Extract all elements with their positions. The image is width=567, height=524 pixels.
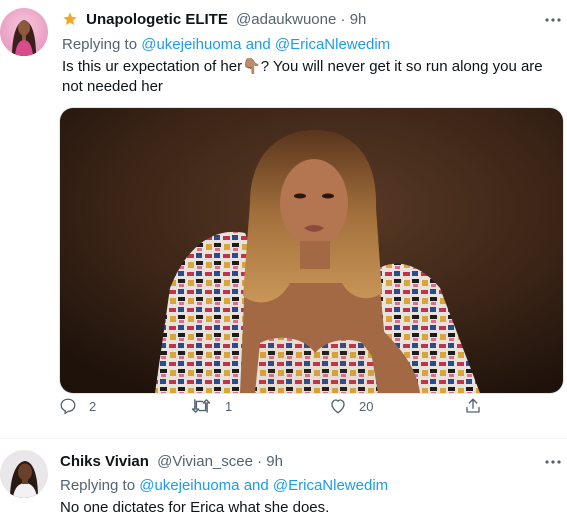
- separator-dot: ·: [340, 11, 346, 28]
- like-button[interactable]: 20: [329, 397, 373, 415]
- mention-conjunction[interactable]: and: [246, 36, 271, 53]
- reply-count: 2: [89, 398, 97, 414]
- mention-link[interactable]: @ukejeihuoma: [139, 477, 239, 494]
- display-name[interactable]: Unapologetic ELITE: [86, 11, 228, 28]
- tweet-photo[interactable]: [59, 107, 564, 394]
- mention-link[interactable]: @EricaNlewedim: [275, 36, 390, 53]
- share-icon: [464, 397, 482, 415]
- tweet-text-line: not needed her: [62, 78, 163, 95]
- replying-to: Replying to @ukejeihuoma and @EricaNlewe…: [62, 35, 390, 55]
- star-badge-icon: [62, 11, 78, 33]
- like-count: 20: [359, 398, 374, 414]
- avatar[interactable]: [0, 450, 48, 498]
- replying-prefix: Replying to: [60, 477, 136, 494]
- pointing-down-emoji: 👇🏽: [242, 58, 261, 75]
- divider: [0, 438, 567, 439]
- tweet-text-line: Is this ur expectation of her: [62, 58, 243, 75]
- tweet-header: Unapologetic ELITE @adaukwuone · 9h: [62, 10, 366, 33]
- timestamp[interactable]: 9h: [350, 11, 367, 28]
- mention-link[interactable]: @ukejeihuoma: [141, 36, 241, 53]
- user-handle[interactable]: @Vivian_scee: [157, 453, 253, 470]
- timestamp[interactable]: 9h: [266, 453, 283, 470]
- tweet-text-line: ? You will never get it so run along you…: [260, 58, 543, 75]
- display-name[interactable]: Chiks Vivian: [60, 453, 149, 470]
- heart-icon: [329, 397, 347, 415]
- tweet-text: No one dictates for Erica what she does.: [60, 499, 330, 516]
- avatar[interactable]: [0, 8, 48, 56]
- tweet-header: Chiks Vivian @Vivian_scee · 9h: [60, 452, 283, 472]
- replying-prefix: Replying to: [62, 36, 138, 53]
- replying-to: Replying to @ukejeihuoma and @EricaNlewe…: [60, 476, 388, 496]
- more-options-icon[interactable]: [541, 452, 565, 472]
- share-button[interactable]: [464, 397, 482, 415]
- reply-icon: [59, 397, 77, 415]
- mention-conjunction[interactable]: and: [244, 477, 269, 494]
- retweet-button[interactable]: 1: [191, 397, 232, 415]
- user-handle[interactable]: @adaukwuone: [236, 11, 336, 28]
- separator-dot: ·: [257, 453, 263, 470]
- retweet-count: 1: [225, 398, 233, 414]
- more-options-icon[interactable]: [541, 10, 565, 30]
- mention-link[interactable]: @EricaNlewedim: [273, 477, 388, 494]
- retweet-icon: [191, 397, 211, 415]
- reply-button[interactable]: 2: [59, 397, 96, 415]
- tweet-text: Is this ur expectation of her👇🏽? You wil…: [62, 57, 552, 97]
